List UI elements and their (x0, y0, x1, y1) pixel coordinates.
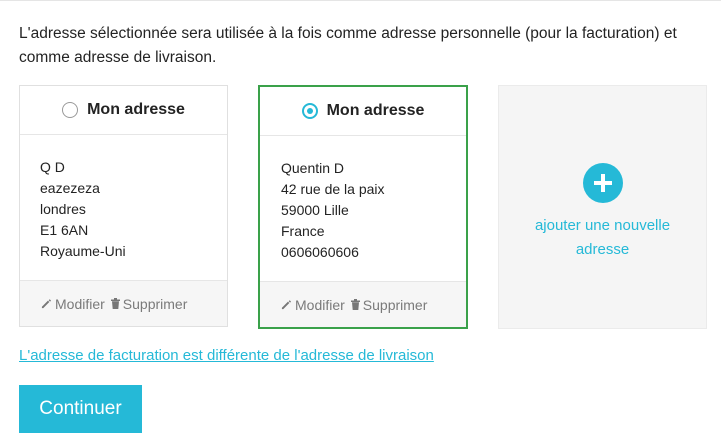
address-actions: Modifier Supprimer (20, 280, 227, 326)
delete-address-link[interactable]: Supprimer (110, 295, 188, 312)
edit-address-link[interactable]: Modifier (41, 296, 105, 312)
continue-button[interactable]: Continuer (19, 385, 142, 433)
radio-button[interactable] (62, 102, 79, 118)
address-body: Quentin D 42 rue de la paix 59000 Lille … (260, 136, 466, 281)
plus-circle-icon[interactable] (582, 163, 623, 203)
address-alias: Mon adresse (326, 102, 425, 119)
address-line: France (281, 223, 325, 239)
address-line: Royaume-Uni (40, 243, 126, 259)
address-actions: Modifier Supprimer (260, 281, 466, 327)
intro-text: L'adresse sélectionnée sera utilisée à l… (19, 25, 677, 66)
pencil-icon (41, 299, 51, 309)
address-line: eazezeza (40, 180, 100, 196)
edit-address-link[interactable]: Modifier (281, 297, 345, 313)
address-select[interactable]: Mon adresse (260, 87, 466, 136)
add-address-card[interactable]: ajouter une nouvelle adresse (498, 85, 707, 329)
address-line: 0606060606 (281, 244, 359, 260)
different-billing-address-link[interactable]: L'adresse de facturation est différente … (19, 347, 434, 364)
address-card[interactable]: Mon adresse Q D eazezeza londres E1 6AN … (19, 85, 228, 327)
radio-button-checked[interactable] (301, 103, 318, 119)
address-line: 59000 Lille (281, 202, 349, 218)
address-line: E1 6AN (40, 222, 89, 238)
address-line: Q D (40, 159, 65, 175)
address-body: Q D eazezeza londres E1 6AN Royaume-Uni (20, 135, 227, 280)
trash-icon (110, 298, 120, 309)
address-line: londres (40, 201, 86, 217)
address-alias: Mon adresse (87, 101, 185, 118)
delete-address-link[interactable]: Supprimer (350, 296, 428, 313)
delete-label: Supprimer (362, 296, 428, 313)
trash-icon (350, 299, 360, 310)
address-line: Quentin D (281, 160, 345, 176)
delete-label: Supprimer (122, 295, 188, 312)
address-card-selected[interactable]: Mon adresse Quentin D 42 rue de la paix … (258, 85, 468, 329)
address-select[interactable]: Mon adresse (20, 86, 227, 135)
top-divider (0, 0, 721, 1)
add-address-label[interactable]: ajouter une nouvelle adresse (528, 214, 678, 262)
address-line: 42 rue de la paix (281, 181, 385, 197)
pencil-icon (281, 300, 291, 310)
edit-label: Modifier (295, 296, 345, 313)
edit-label: Modifier (55, 295, 105, 312)
